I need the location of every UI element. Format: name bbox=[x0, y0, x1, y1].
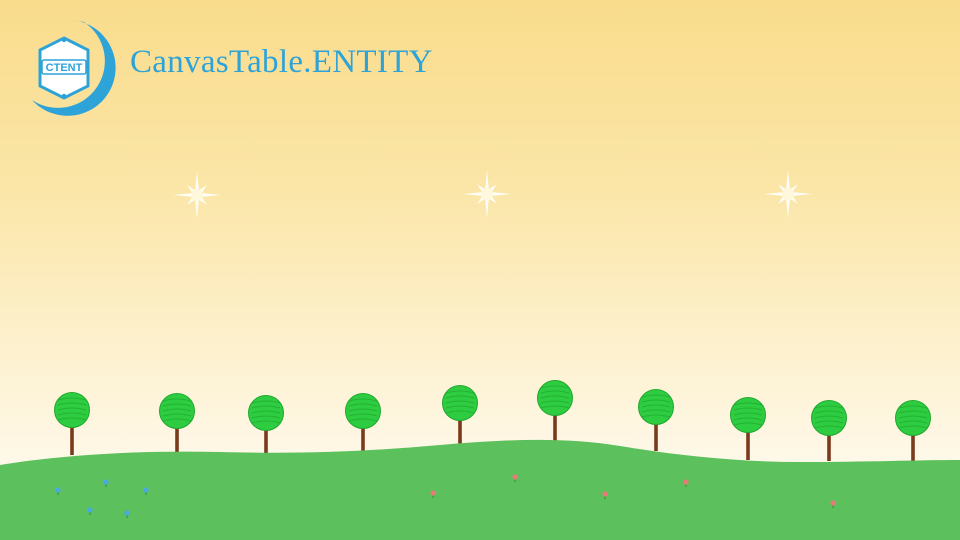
landscape bbox=[0, 170, 960, 540]
tree-icon bbox=[638, 389, 674, 451]
tree-icon bbox=[345, 393, 381, 455]
brand-title: CanvasTable.ENTITY bbox=[130, 44, 433, 80]
hexagon-dot-icon bbox=[61, 37, 67, 43]
tree-icon bbox=[442, 385, 478, 446]
tree-icon bbox=[811, 400, 847, 461]
tree-icon bbox=[730, 397, 766, 460]
stars-group bbox=[173, 170, 812, 219]
hexagon-dot-icon bbox=[61, 93, 67, 99]
sparkle-star-icon bbox=[173, 171, 221, 219]
scene-background: CTENT CanvasTable.ENTITY bbox=[0, 0, 960, 540]
tree-icon bbox=[248, 395, 284, 457]
sparkle-star-icon bbox=[463, 170, 511, 218]
logo-text: CTENT bbox=[46, 62, 83, 74]
tree-icon bbox=[159, 393, 195, 455]
brand-logo-icon: CTENT bbox=[32, 20, 116, 116]
tree-icon bbox=[895, 400, 931, 461]
sparkle-star-icon bbox=[764, 170, 812, 218]
tree-icon bbox=[537, 380, 573, 441]
tree-icon bbox=[54, 392, 90, 455]
